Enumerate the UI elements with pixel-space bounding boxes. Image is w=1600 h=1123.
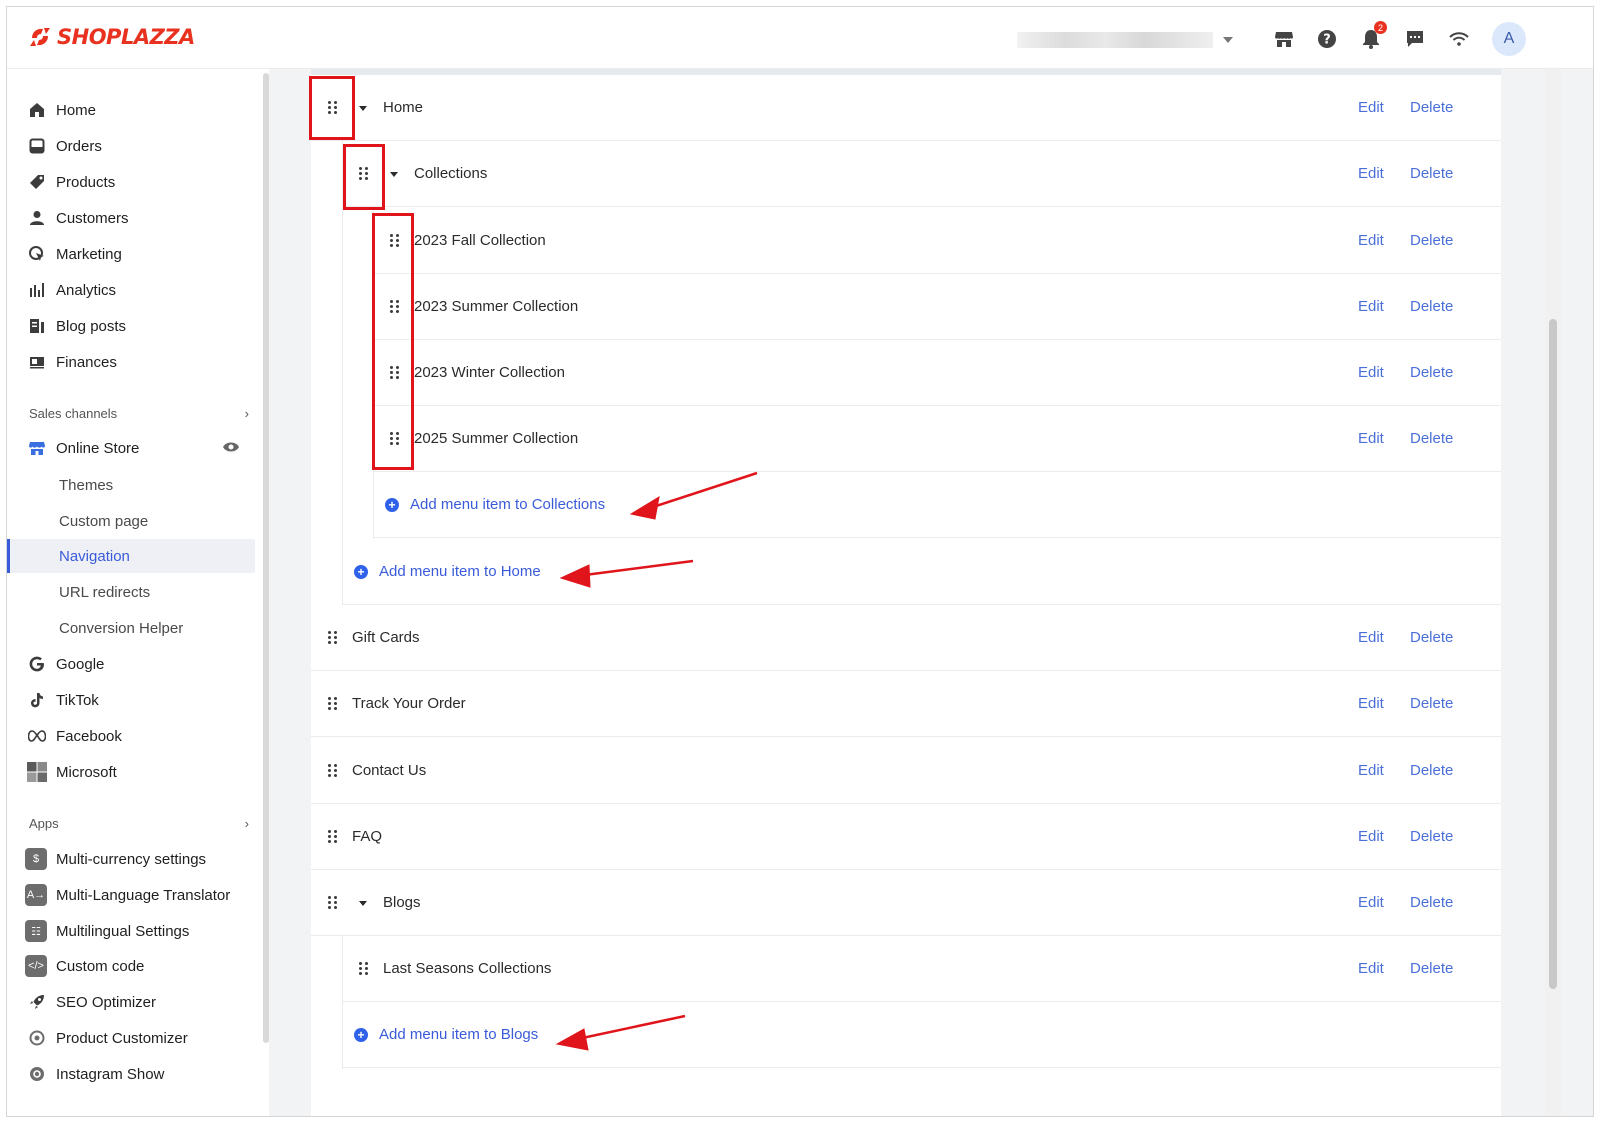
app-window: SHOPLAZZA ? 2 A Home Orders Products Cus…	[6, 6, 1594, 1117]
annotation-arrows	[555, 471, 758, 1051]
